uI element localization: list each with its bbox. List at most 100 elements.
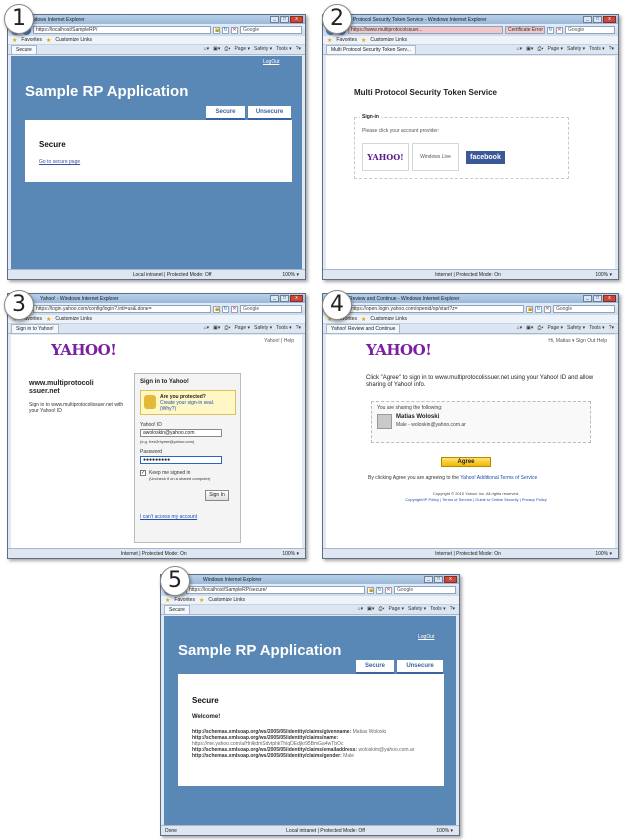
password-input[interactable]: ●●●●●●●●● (140, 456, 222, 464)
menu-tools[interactable]: Tools ▾ (276, 46, 292, 52)
stop-icon[interactable]: ✕ (231, 305, 238, 313)
protect-why-link[interactable]: (Why?) (160, 406, 176, 412)
tab-unsecure[interactable]: Unsecure (248, 106, 291, 120)
menu-tools[interactable]: Tools ▾ (276, 325, 292, 331)
top-links[interactable]: Yahoo! | Help (264, 338, 294, 344)
stop-icon[interactable]: ✕ (385, 586, 392, 594)
stop-icon[interactable]: ✕ (544, 305, 551, 313)
url-input[interactable]: https://localhost/SampleRP/ (33, 26, 211, 34)
menu-page[interactable]: Page ▾ (234, 325, 250, 331)
customize-links[interactable]: Customize Links (370, 37, 407, 43)
customize-links[interactable]: Customize Links (370, 316, 407, 322)
zoom-level[interactable]: 100% ▾ (595, 272, 612, 278)
menu-safety[interactable]: Safety ▾ (254, 325, 272, 331)
tab-secure[interactable]: Secure (206, 106, 245, 120)
menu-safety[interactable]: Safety ▾ (408, 606, 426, 612)
stop-icon[interactable]: ✕ (231, 26, 238, 34)
home-icon[interactable]: ⌂▾ (517, 325, 523, 331)
certificate-error-button[interactable]: Certificate Error (505, 26, 545, 34)
menu-page[interactable]: Page ▾ (234, 46, 250, 52)
search-input[interactable]: Google (394, 586, 456, 594)
lock-icon[interactable]: 🔒 (213, 26, 220, 34)
help-icon[interactable]: ?▾ (296, 46, 301, 52)
signin-button[interactable]: Sign In (205, 490, 229, 501)
home-icon[interactable]: ⌂▾ (204, 325, 210, 331)
customize-links[interactable]: Customize Links (55, 37, 92, 43)
zoom-level[interactable]: 100% ▾ (595, 551, 612, 557)
maximize-button[interactable]: □ (593, 16, 602, 23)
home-icon[interactable]: ⌂▾ (358, 606, 364, 612)
url-input[interactable]: https://open.login.yahoo.com/openid/op/s… (348, 305, 524, 313)
feeds-icon[interactable]: ▣▾ (526, 325, 533, 331)
secure-page-link[interactable]: Go to secure page (39, 159, 80, 165)
zoom-level[interactable]: 100% ▾ (282, 551, 299, 557)
help-icon[interactable]: ?▾ (609, 325, 614, 331)
favorites-star-icon[interactable]: ★ (327, 37, 332, 44)
favorites-star-icon[interactable]: ★ (12, 37, 17, 44)
favorites-button[interactable]: Favorites (174, 597, 195, 603)
close-button[interactable]: x (290, 295, 303, 302)
customize-links[interactable]: Customize Links (208, 597, 245, 603)
refresh-icon[interactable]: ↻ (535, 305, 542, 313)
close-button[interactable]: x (444, 576, 457, 583)
print-icon[interactable]: ⎙▾ (537, 325, 543, 331)
menu-page[interactable]: Page ▾ (547, 46, 563, 52)
menu-page[interactable]: Page ▾ (547, 325, 563, 331)
maximize-button[interactable]: □ (434, 576, 443, 583)
footer-links[interactable]: Copyright/IP Policy | Terms of Service |… (356, 497, 596, 503)
maximize-button[interactable]: □ (280, 295, 289, 302)
zoom-level[interactable]: 100% ▾ (436, 828, 453, 834)
tab-secure[interactable]: Secure (356, 660, 394, 674)
add-favorite-icon[interactable]: ★ (46, 37, 51, 44)
home-icon[interactable]: ⌂▾ (517, 46, 523, 52)
browser-tab[interactable]: Yahoo! Review and Continue (326, 324, 401, 333)
agree-button[interactable]: Agree (441, 457, 491, 467)
facebook-provider-button[interactable]: facebook (462, 143, 509, 171)
lock-icon[interactable]: 🔒 (213, 305, 220, 313)
favorites-button[interactable]: Favorites (21, 37, 42, 43)
logout-link[interactable]: LogOut (418, 634, 434, 640)
help-icon[interactable]: ?▾ (296, 325, 301, 331)
feeds-icon[interactable]: ▣▾ (213, 325, 220, 331)
browser-tab[interactable]: Sign in to Yahoo! (11, 324, 59, 333)
menu-safety[interactable]: Safety ▾ (567, 325, 585, 331)
refresh-icon[interactable]: ↻ (547, 26, 554, 34)
yahoo-id-input[interactable]: awoloskin@yahoo.com (140, 429, 222, 437)
search-input[interactable]: Google (553, 305, 615, 313)
add-favorite-icon[interactable]: ★ (46, 316, 51, 323)
refresh-icon[interactable]: ↻ (376, 586, 383, 594)
menu-tools[interactable]: Tools ▾ (430, 606, 446, 612)
menu-page[interactable]: Page ▾ (388, 606, 404, 612)
url-input[interactable]: https://localhost/SampleRP/secure/ (186, 586, 365, 594)
home-icon[interactable]: ⌂▾ (204, 46, 210, 52)
print-icon[interactable]: ⎙▾ (224, 325, 230, 331)
terms-link[interactable]: Yahoo! Additional Terms of Service (460, 475, 537, 481)
tab-unsecure[interactable]: Unsecure (397, 660, 443, 674)
help-icon[interactable]: ?▾ (450, 606, 455, 612)
zoom-level[interactable]: 100% ▾ (282, 272, 299, 278)
print-icon[interactable]: ⎙▾ (224, 46, 230, 52)
menu-tools[interactable]: Tools ▾ (589, 46, 605, 52)
feeds-icon[interactable]: ▣▾ (213, 46, 220, 52)
favorites-star-icon[interactable]: ★ (165, 597, 170, 604)
search-input[interactable]: Google (565, 26, 615, 34)
minimize-button[interactable]: _ (424, 576, 433, 583)
logout-link[interactable]: LogOut (263, 59, 279, 65)
keep-signed-checkbox[interactable]: ✓ (140, 470, 146, 476)
minimize-button[interactable]: _ (583, 16, 592, 23)
windows-live-provider-button[interactable]: Windows Live (412, 143, 459, 171)
browser-tab[interactable]: Secure (164, 605, 190, 614)
menu-safety[interactable]: Safety ▾ (567, 46, 585, 52)
add-favorite-icon[interactable]: ★ (361, 37, 366, 44)
minimize-button[interactable]: _ (270, 16, 279, 23)
minimize-button[interactable]: _ (583, 295, 592, 302)
maximize-button[interactable]: □ (593, 295, 602, 302)
feeds-icon[interactable]: ▣▾ (526, 46, 533, 52)
refresh-icon[interactable]: ↻ (222, 26, 229, 34)
forgot-account-link[interactable]: I can't access my account (140, 514, 197, 520)
lock-icon[interactable]: 🔒 (526, 305, 533, 313)
add-favorite-icon[interactable]: ★ (361, 316, 366, 323)
menu-tools[interactable]: Tools ▾ (589, 325, 605, 331)
lock-icon[interactable]: 🔒 (367, 586, 374, 594)
maximize-button[interactable]: □ (280, 16, 289, 23)
